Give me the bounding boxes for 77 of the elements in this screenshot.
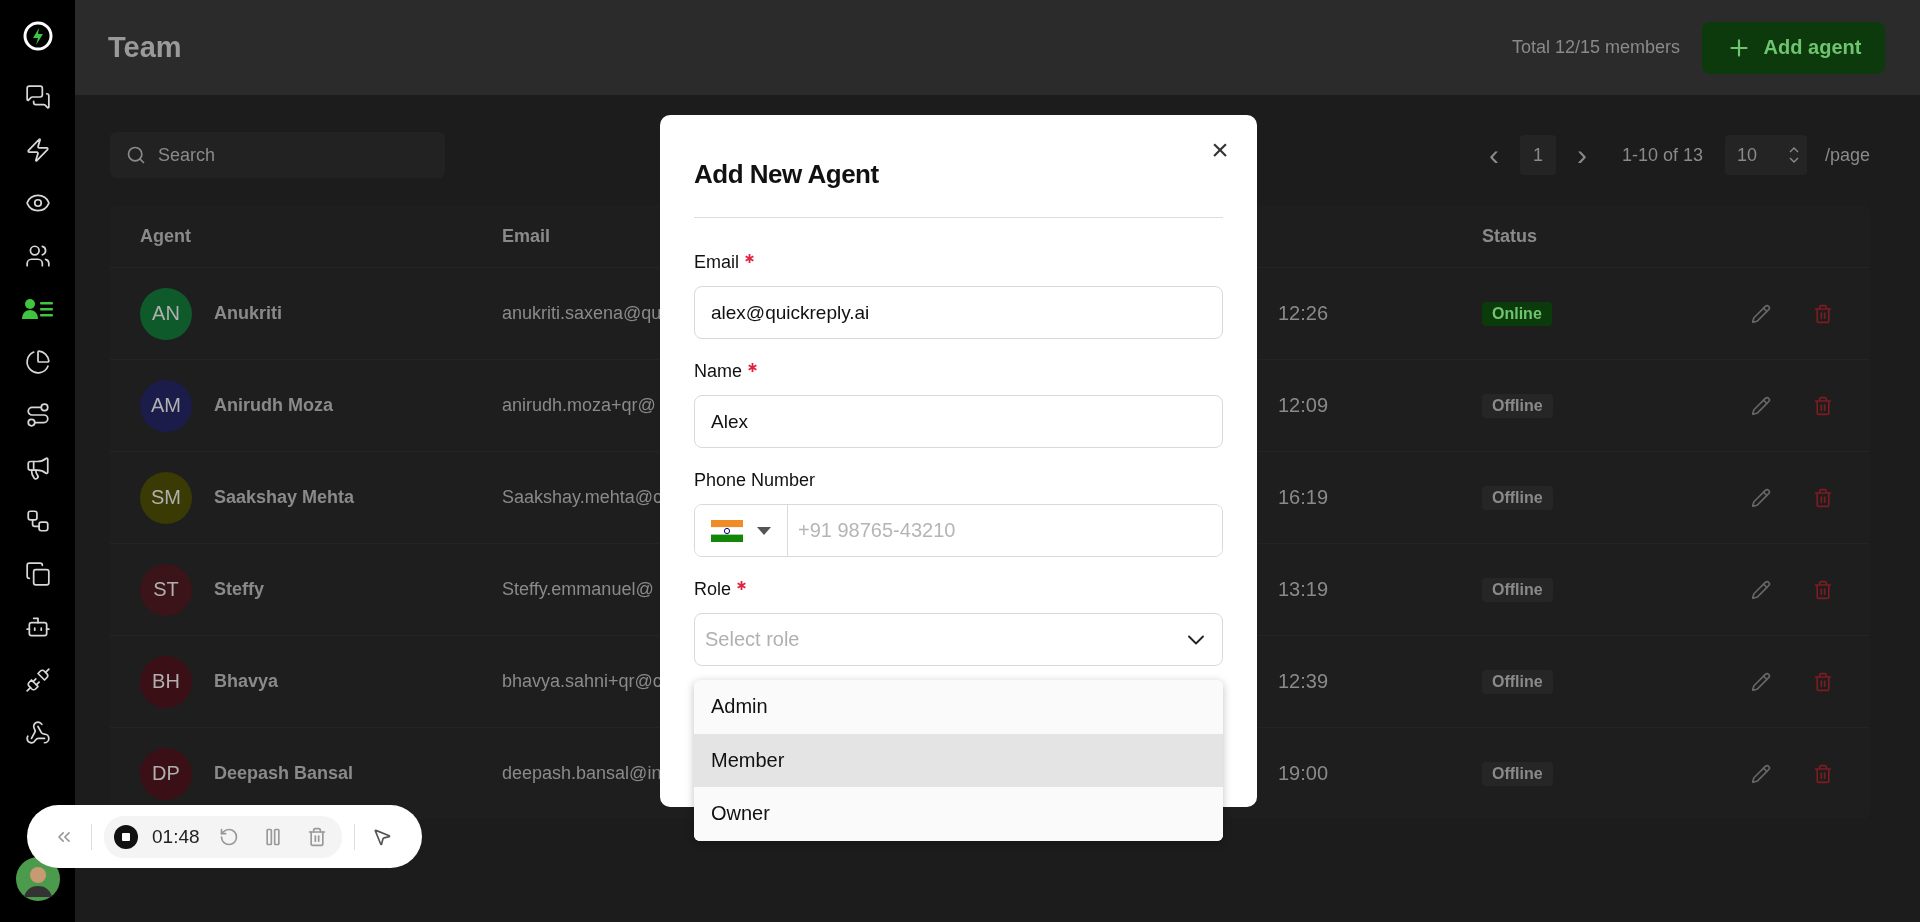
field-label: Email	[694, 252, 1223, 278]
country-picker[interactable]	[695, 505, 788, 556]
pencil-icon	[1751, 763, 1771, 784]
agent-email: Steffy.emmanuel@	[502, 579, 654, 600]
stop-icon[interactable]	[114, 824, 138, 849]
status-badge: Offline	[1482, 577, 1553, 602]
phone-field[interactable]: +91 98765-43210	[694, 504, 1223, 557]
agent-avatar: DP	[140, 747, 192, 800]
recording-time: 01:48	[152, 825, 200, 848]
status-badge: Online	[1482, 301, 1552, 326]
dialog-title: Add New Agent	[694, 157, 880, 191]
close-button[interactable]: ×	[1205, 133, 1235, 167]
restart-icon	[218, 826, 239, 847]
field-label: Phone Number	[694, 470, 817, 492]
column-header: Email	[502, 225, 551, 247]
agent-name: Deepash Bansal	[214, 763, 354, 784]
trash-icon	[1813, 671, 1833, 692]
last-seen-time: 13:19	[1277, 578, 1329, 601]
field-label: Role	[694, 579, 1223, 605]
pencil-icon	[1751, 671, 1771, 692]
trash-icon	[1813, 395, 1833, 416]
agent-avatar: BH	[140, 655, 192, 708]
agent-email: deepash.bansal@in	[502, 763, 662, 784]
text-input-field[interactable]: Alex	[694, 395, 1223, 448]
role-option[interactable]: Member	[694, 733, 1223, 787]
column-header: Status	[1482, 225, 1537, 247]
trash-icon	[1813, 763, 1833, 784]
caret-icon	[757, 526, 771, 535]
stepper-icon[interactable]	[1788, 145, 1799, 165]
agent-name: Steffy	[214, 579, 264, 600]
agent-name: Anirudh Moza	[214, 395, 333, 416]
agent-name: Bhavya	[214, 671, 279, 692]
agent-avatar: ST	[140, 563, 192, 616]
previous-page-button[interactable]: ‹	[1477, 135, 1510, 175]
agent-name: Saakshay Mehta	[214, 487, 355, 508]
text-input-field[interactable]: alex@quickreply.ai	[694, 286, 1223, 339]
trash-icon	[306, 826, 327, 847]
per-page-label: /page	[1824, 144, 1870, 166]
last-seen-time: 12:39	[1277, 670, 1329, 693]
agent-email: bhavya.sahni+qr@c	[502, 671, 662, 692]
pencil-icon	[1751, 579, 1771, 600]
next-page-button[interactable]: ›	[1565, 135, 1598, 175]
add-agent-button[interactable]: Add agent	[1702, 21, 1885, 74]
role-option[interactable]: Owner	[694, 787, 1223, 841]
page-range: 1-10 of 13	[1621, 144, 1703, 166]
role-option[interactable]: Admin	[694, 680, 1223, 734]
logo-icon[interactable]	[21, 20, 54, 52]
agent-name: Anukriti	[214, 303, 282, 324]
trash-icon	[1813, 487, 1833, 508]
agent-avatar: SM	[140, 471, 192, 524]
status-badge: Offline	[1482, 485, 1553, 510]
page-number[interactable]: 1	[1519, 135, 1556, 175]
last-seen-time: 12:09	[1277, 394, 1329, 417]
pencil-icon	[1751, 303, 1771, 324]
status-badge: Offline	[1482, 761, 1553, 786]
flag-icon	[711, 519, 743, 542]
per-page-field[interactable]: 10	[1724, 135, 1807, 175]
column-header: Agent	[140, 225, 191, 247]
agent-email: Saakshay.mehta@c	[502, 487, 662, 508]
status-badge: Offline	[1482, 393, 1553, 418]
field-label: Name	[694, 361, 1223, 387]
last-seen-time: 12:26	[1277, 302, 1329, 325]
page-title: Team	[108, 31, 183, 64]
agent-email: anukriti.saxena@qu	[502, 303, 662, 324]
agent-email: anirudh.moza+qr@	[502, 395, 656, 416]
last-seen-time: 19:00	[1277, 762, 1329, 785]
agent-avatar: AN	[140, 287, 192, 340]
last-seen-time: 16:19	[1277, 486, 1329, 509]
pencil-icon	[1751, 395, 1771, 416]
trash-icon	[1813, 303, 1833, 324]
member-count: Total 12/15 members	[1511, 37, 1680, 58]
trash-icon	[1813, 579, 1833, 600]
search-icon	[126, 145, 146, 165]
pencil-icon	[1751, 487, 1771, 508]
status-badge: Offline	[1482, 669, 1553, 694]
agent-avatar: AM	[140, 379, 192, 432]
search-field[interactable]: Search	[110, 132, 445, 178]
